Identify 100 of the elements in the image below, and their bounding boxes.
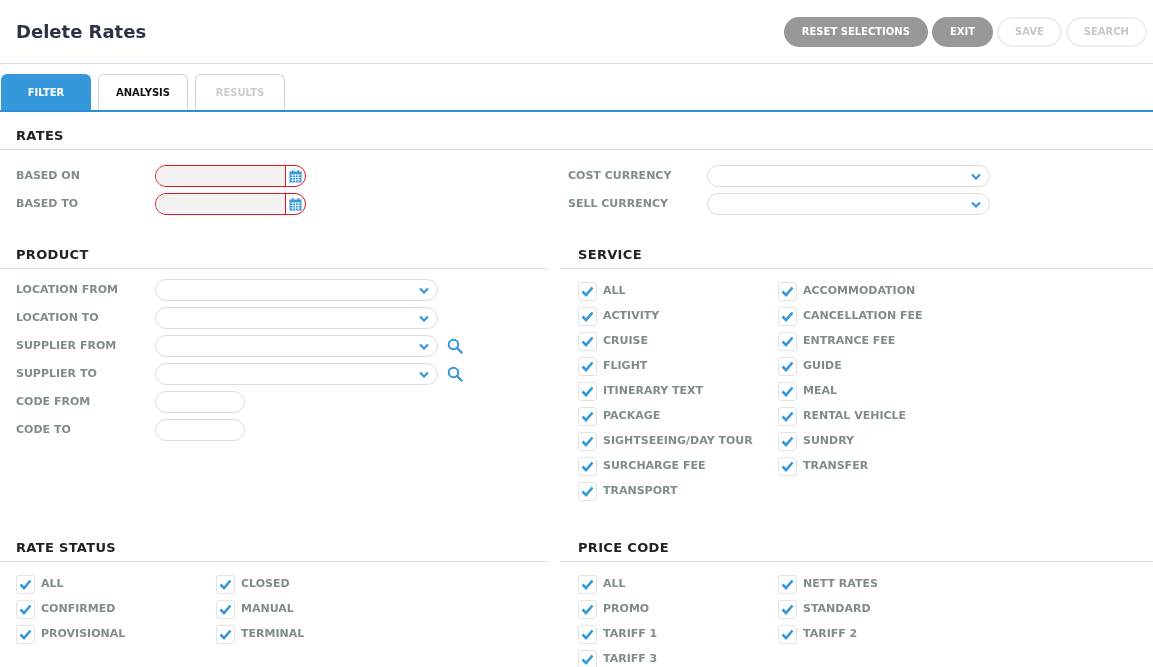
- field-label: CODE TO: [16, 421, 72, 438]
- input-field[interactable]: [155, 419, 245, 441]
- checkbox-label: TARIFF 1: [603, 625, 658, 642]
- checkbox[interactable]: [578, 456, 597, 476]
- checkbox-label: SIGHTSEEING/DAY TOUR: [603, 432, 753, 449]
- checkbox[interactable]: [778, 306, 797, 326]
- section-heading: SERVICE: [577, 247, 642, 262]
- checkbox-label: ACTIVITY: [603, 307, 660, 324]
- chevron-down-icon: [419, 370, 429, 378]
- checkbox[interactable]: [16, 599, 35, 619]
- chevron-down-icon: [971, 172, 981, 180]
- checkbox-label: TRANSFER: [803, 457, 869, 474]
- checkbox[interactable]: [16, 574, 35, 594]
- calendar-icon[interactable]: [289, 197, 302, 211]
- field-label: BASED ON: [16, 167, 81, 184]
- checkbox[interactable]: [578, 599, 597, 619]
- calendar-icon[interactable]: [289, 169, 302, 183]
- field-label: SELL CURRENCY: [568, 195, 669, 212]
- dropdown-field[interactable]: [155, 363, 438, 385]
- checkmark-icon: [781, 460, 794, 472]
- action-button[interactable]: EXIT: [931, 16, 993, 47]
- dropdown-field[interactable]: [155, 279, 438, 301]
- checkbox[interactable]: [778, 624, 797, 644]
- search-icon[interactable]: [447, 338, 463, 354]
- checkmark-icon: [781, 435, 794, 447]
- checkmark-icon: [781, 310, 794, 322]
- checkmark-icon: [781, 385, 794, 397]
- action-button[interactable]: RESET SELECTIONS: [783, 16, 928, 47]
- checkbox-label: RENTAL VEHICLE: [803, 407, 907, 424]
- checkbox-label: ACCOMMODATION: [803, 282, 916, 299]
- dropdown-field[interactable]: [155, 335, 438, 357]
- checkbox-label: ALL: [603, 282, 626, 299]
- checkbox[interactable]: [578, 306, 597, 326]
- section-heading: PRICE CODE: [577, 540, 669, 555]
- checkmark-icon: [781, 603, 794, 615]
- checkbox-label: PACKAGE: [603, 407, 661, 424]
- checkmark-icon: [19, 603, 32, 615]
- checkmark-icon: [581, 285, 594, 297]
- input-field[interactable]: [155, 391, 245, 413]
- chevron-down-icon: [419, 342, 429, 350]
- checkbox-label: SUNDRY: [803, 432, 855, 449]
- checkbox-label: TRANSPORT: [603, 482, 678, 499]
- checkbox[interactable]: [778, 406, 797, 426]
- checkmark-icon: [781, 410, 794, 422]
- checkbox[interactable]: [578, 431, 597, 451]
- checkbox-label: SURCHARGE FEE: [603, 457, 706, 474]
- checkbox[interactable]: [216, 574, 235, 594]
- checkbox-label: ALL: [41, 575, 64, 592]
- checkbox[interactable]: [16, 624, 35, 644]
- checkmark-icon: [581, 410, 594, 422]
- search-icon[interactable]: [447, 366, 463, 382]
- checkmark-icon: [219, 578, 232, 590]
- checkmark-icon: [581, 653, 594, 665]
- chevron-down-icon: [419, 314, 429, 322]
- checkmark-icon: [581, 310, 594, 322]
- checkbox[interactable]: [778, 599, 797, 619]
- checkbox[interactable]: [778, 356, 797, 376]
- tab[interactable]: FILTER: [1, 74, 91, 110]
- checkbox[interactable]: [778, 381, 797, 401]
- checkbox-label: ALL: [603, 575, 626, 592]
- checkmark-icon: [581, 460, 594, 472]
- checkbox[interactable]: [578, 331, 597, 351]
- checkbox[interactable]: [778, 281, 797, 301]
- checkbox[interactable]: [578, 356, 597, 376]
- tab[interactable]: ANALYSIS: [98, 74, 188, 110]
- checkbox[interactable]: [578, 574, 597, 594]
- checkmark-icon: [19, 578, 32, 590]
- checkbox-label: ENTRANCE FEE: [803, 332, 896, 349]
- checkmark-icon: [581, 385, 594, 397]
- dropdown-field[interactable]: [707, 165, 990, 187]
- checkbox-label: PROMO: [603, 600, 650, 617]
- checkbox[interactable]: [778, 431, 797, 451]
- checkmark-icon: [781, 578, 794, 590]
- checkbox[interactable]: [578, 281, 597, 301]
- checkmark-icon: [219, 603, 232, 615]
- checkmark-icon: [781, 360, 794, 372]
- checkmark-icon: [581, 485, 594, 497]
- checkbox[interactable]: [778, 456, 797, 476]
- checkbox-label: TARIFF 3: [603, 650, 658, 667]
- checkmark-icon: [581, 360, 594, 372]
- checkbox[interactable]: [578, 406, 597, 426]
- checkmark-icon: [581, 578, 594, 590]
- checkbox[interactable]: [778, 331, 797, 351]
- checkbox[interactable]: [578, 381, 597, 401]
- section-heading: RATES: [15, 128, 64, 143]
- checkbox[interactable]: [216, 599, 235, 619]
- field-label: SUPPLIER FROM: [16, 337, 118, 354]
- dropdown-field[interactable]: [155, 307, 438, 329]
- checkbox[interactable]: [216, 624, 235, 644]
- dropdown-field[interactable]: [707, 193, 990, 215]
- checkmark-icon: [19, 628, 32, 640]
- checkbox[interactable]: [578, 624, 597, 644]
- chevron-down-icon: [419, 286, 429, 294]
- checkbox[interactable]: [578, 481, 597, 501]
- checkmark-icon: [581, 603, 594, 615]
- checkbox[interactable]: [578, 649, 597, 667]
- checkbox-label: PROVISIONAL: [41, 625, 126, 642]
- checkbox[interactable]: [778, 574, 797, 594]
- checkbox-label: MEAL: [803, 382, 837, 399]
- checkmark-icon: [581, 628, 594, 640]
